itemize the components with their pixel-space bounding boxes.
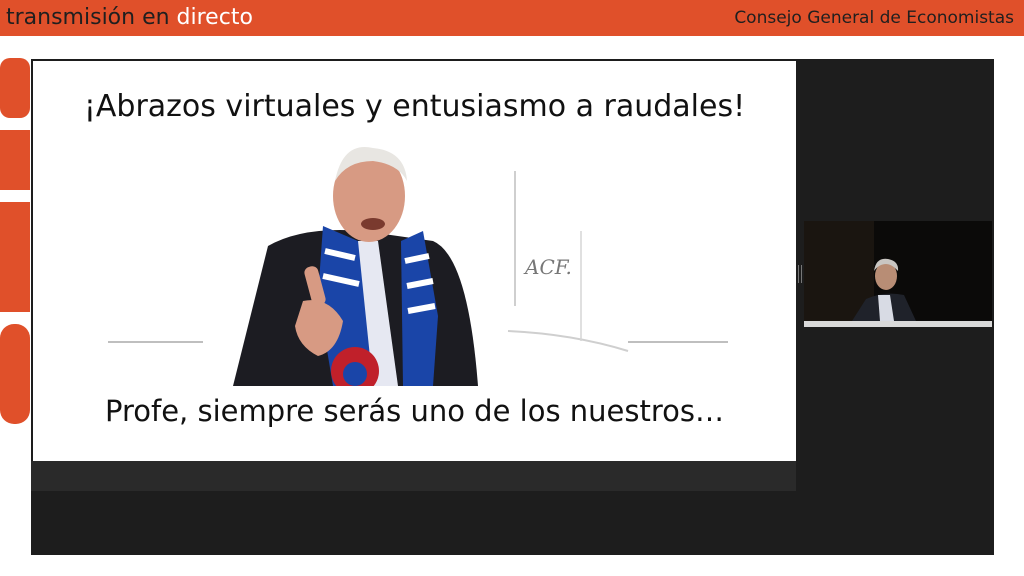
presentation-slide: ¡Abrazos virtuales y entusiasmo a raudal… [33, 61, 796, 461]
organization-name: Consejo General de Economistas [734, 8, 1014, 28]
slide-caption: Profe, siempre serás uno de los nuestros… [104, 394, 724, 428]
stream-title: transmisión en directo [6, 4, 253, 32]
brand-logo-fragment [0, 58, 30, 428]
speaker-camera-feed[interactable] [804, 221, 992, 327]
slide-bottom-bar [31, 461, 796, 491]
drag-handle-icon[interactable] [798, 265, 802, 283]
stream-title-prefix: transmisión en [6, 5, 177, 30]
stream-title-accent: directo [176, 5, 253, 30]
whiteboard-text: ACF. [523, 255, 572, 279]
header-bar: transmisión en directo Consejo General d… [0, 0, 1024, 36]
slide-title: ¡Abrazos virtuales y entusiasmo a raudal… [83, 89, 746, 124]
slide-photo: ACF. [108, 146, 728, 386]
video-player[interactable]: ¡Abrazos virtuales y entusiasmo a raudal… [31, 59, 994, 555]
